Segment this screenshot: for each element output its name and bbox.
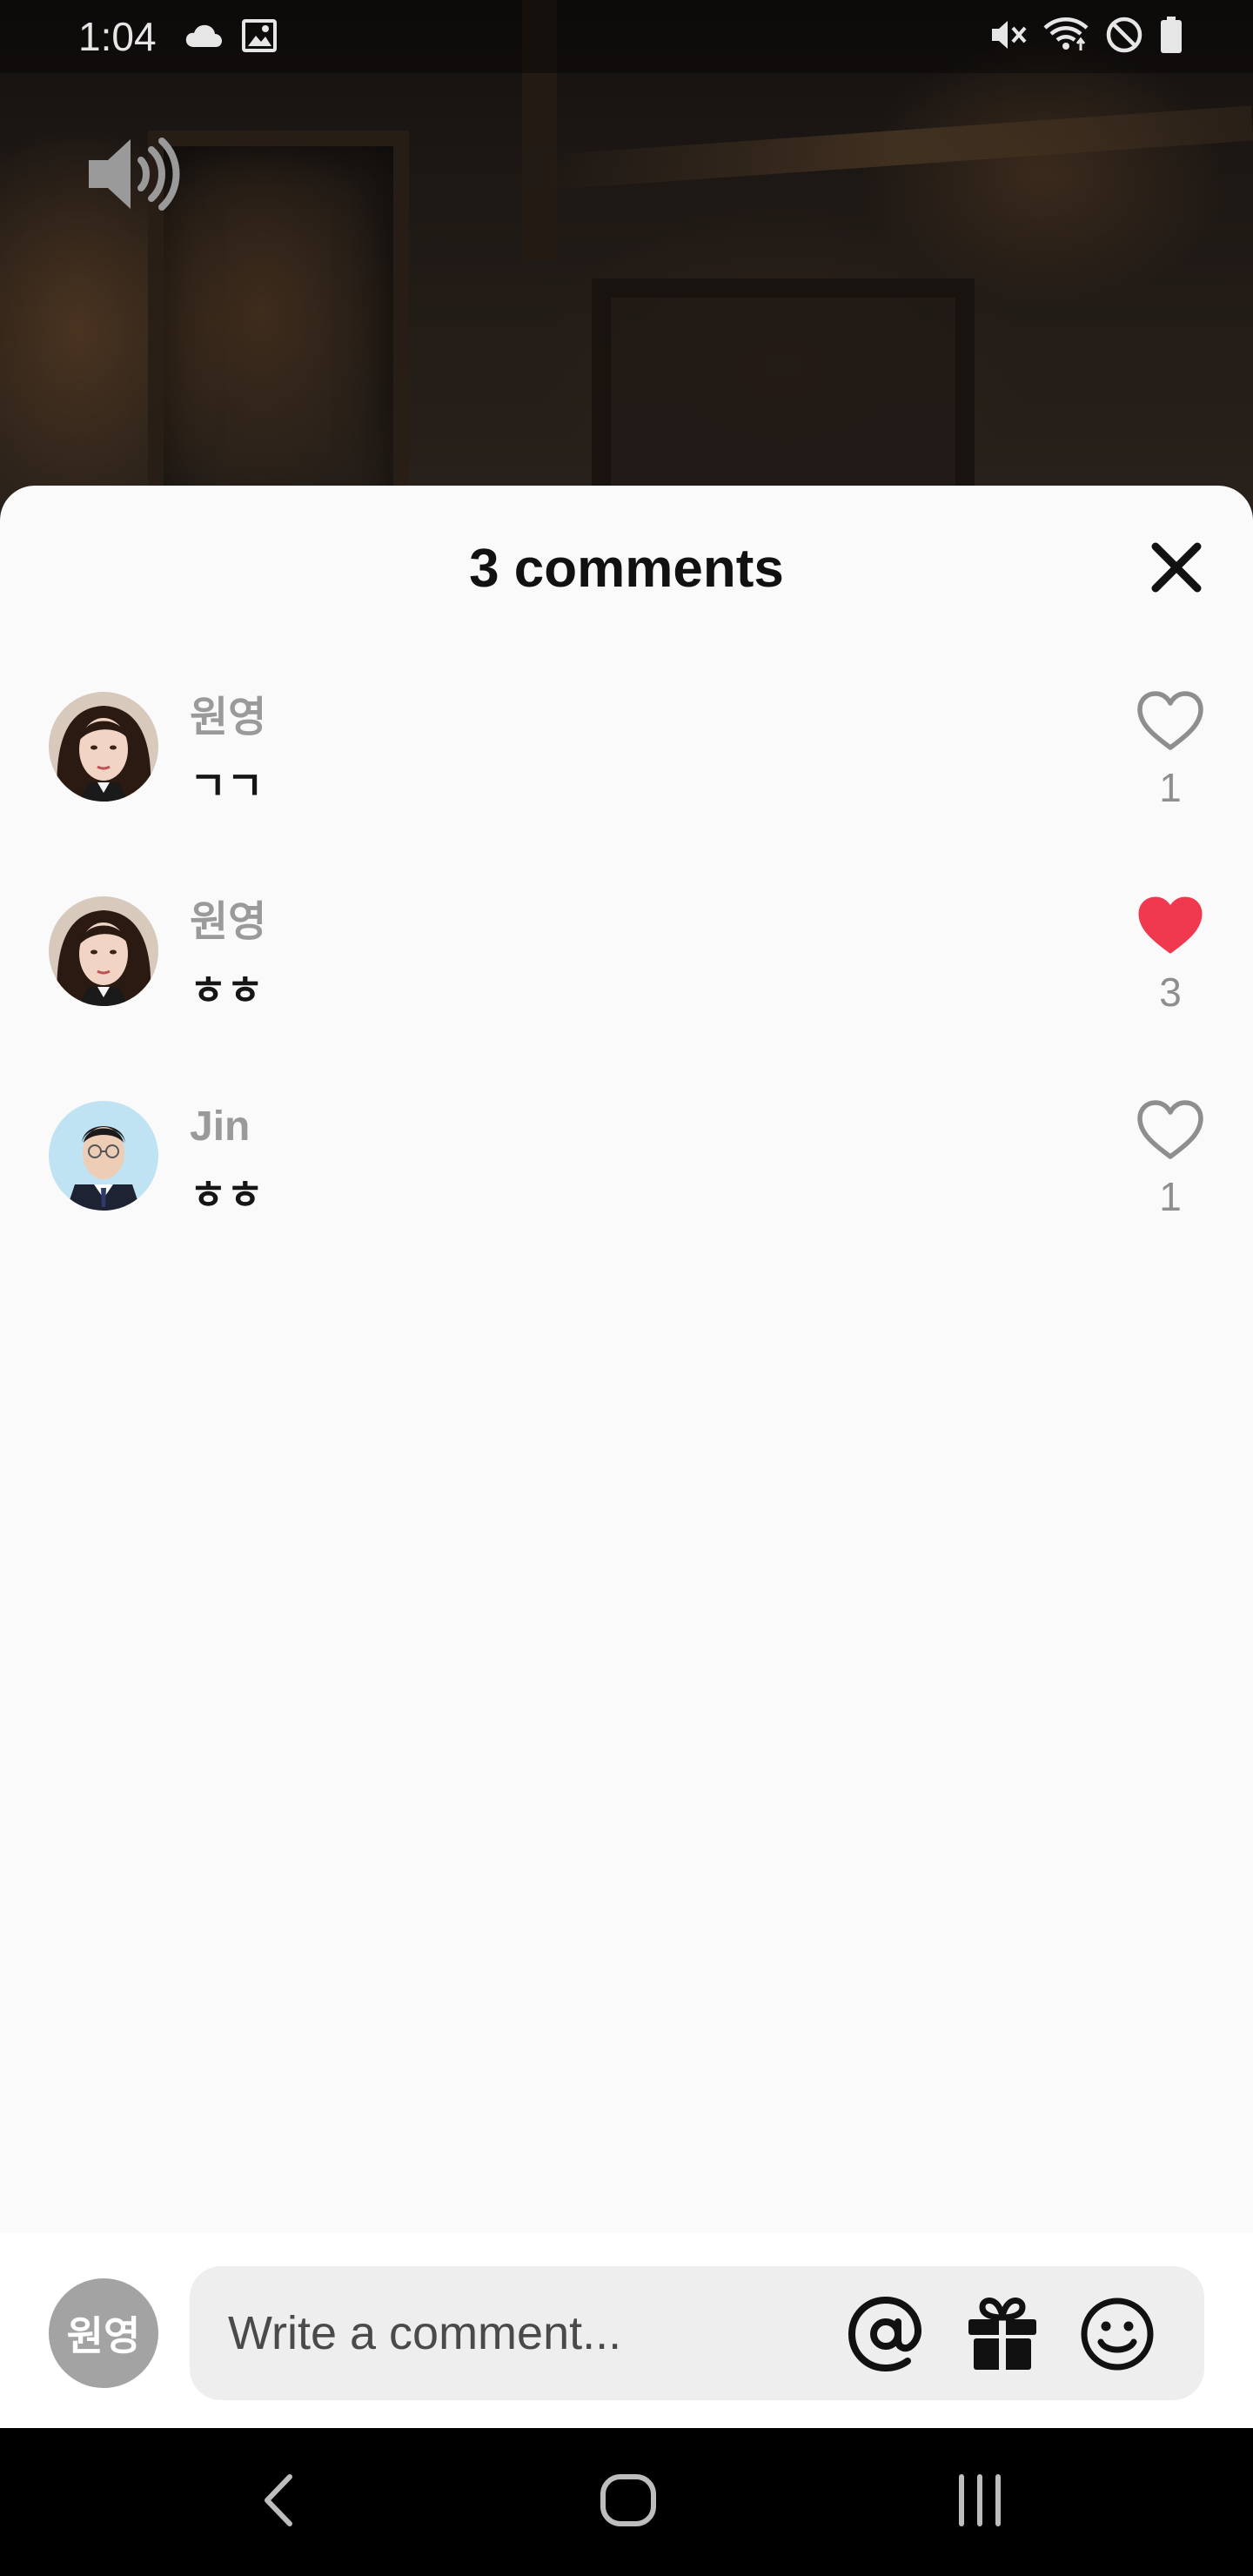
comment-text: ㅎㅎ (190, 968, 264, 1013)
cloud-icon (184, 23, 223, 49)
comments-title: 3 comments (469, 539, 784, 599)
comment-item: 원영 ㅎㅎ 3 (0, 886, 1253, 1090)
comment-composer: 원영 (0, 2233, 1253, 2428)
comments-sheet: 3 comments 원영 ㄱㄱ 1 원영 ㅎㅎ 3 Jin ㅎㅎ 1 (0, 486, 1253, 2428)
comment-username[interactable]: Jin (190, 1101, 250, 1153)
status-right-icons (988, 16, 1183, 54)
comment-username[interactable]: 원영 (190, 692, 266, 744)
emoji-button[interactable] (1075, 2294, 1159, 2378)
comment-item: 원영 ㄱㄱ 1 (0, 681, 1253, 886)
comment-text: ㄱㄱ (190, 763, 264, 808)
comment-input-container[interactable] (190, 2266, 1204, 2400)
home-icon (598, 2470, 659, 2535)
mute-icon (988, 17, 1027, 53)
like-button[interactable]: 1 (1122, 690, 1218, 821)
nav-recents-button[interactable] (928, 2463, 1032, 2541)
nav-back-button[interactable] (226, 2463, 331, 2541)
heart-filled-icon (1136, 895, 1205, 957)
avatar[interactable] (49, 1101, 158, 1211)
recents-icon (949, 2470, 1010, 2535)
do-not-disturb-icon (1105, 16, 1143, 54)
gift-icon (963, 2295, 1042, 2378)
mention-icon (847, 2295, 925, 2378)
like-count: 1 (1159, 1174, 1182, 1219)
status-bar: 1:04 (0, 0, 1253, 73)
mention-button[interactable] (844, 2294, 928, 2378)
back-icon (257, 2470, 300, 2535)
volume-icon (84, 138, 188, 221)
comment-text: ㅎㅎ (190, 1172, 264, 1218)
avatar[interactable] (49, 896, 158, 1006)
current-user-avatar: 원영 (49, 2278, 158, 2388)
comment-input[interactable] (226, 2296, 818, 2371)
battery-icon (1159, 16, 1183, 54)
like-button[interactable]: 3 (1122, 895, 1218, 1025)
heart-outline-icon (1136, 1099, 1205, 1162)
comment-list: 원영 ㄱㄱ 1 원영 ㅎㅎ 3 Jin ㅎㅎ 1 (0, 681, 1253, 1295)
wifi-icon (1042, 16, 1089, 54)
like-count: 3 (1159, 969, 1182, 1015)
close-button[interactable] (1145, 538, 1208, 600)
image-icon (242, 19, 277, 52)
system-nav-bar (0, 2428, 1253, 2576)
like-button[interactable]: 1 (1122, 1099, 1218, 1230)
status-left-icons (184, 19, 277, 52)
comment-item: Jin ㅎㅎ 1 (0, 1090, 1253, 1295)
video-background[interactable] (0, 0, 1253, 540)
nav-home-button[interactable] (576, 2463, 680, 2541)
comments-header: 3 comments (0, 486, 1253, 660)
video-scene-beam (539, 105, 1253, 191)
close-icon (1150, 541, 1203, 598)
emoji-icon (1078, 2295, 1156, 2378)
gift-button[interactable] (961, 2294, 1044, 2378)
status-time: 1:04 (78, 14, 157, 59)
comment-username[interactable]: 원영 (190, 896, 266, 949)
like-count: 1 (1159, 765, 1182, 810)
avatar[interactable] (49, 692, 158, 802)
heart-outline-icon (1136, 690, 1205, 753)
volume-button[interactable] (84, 131, 188, 218)
